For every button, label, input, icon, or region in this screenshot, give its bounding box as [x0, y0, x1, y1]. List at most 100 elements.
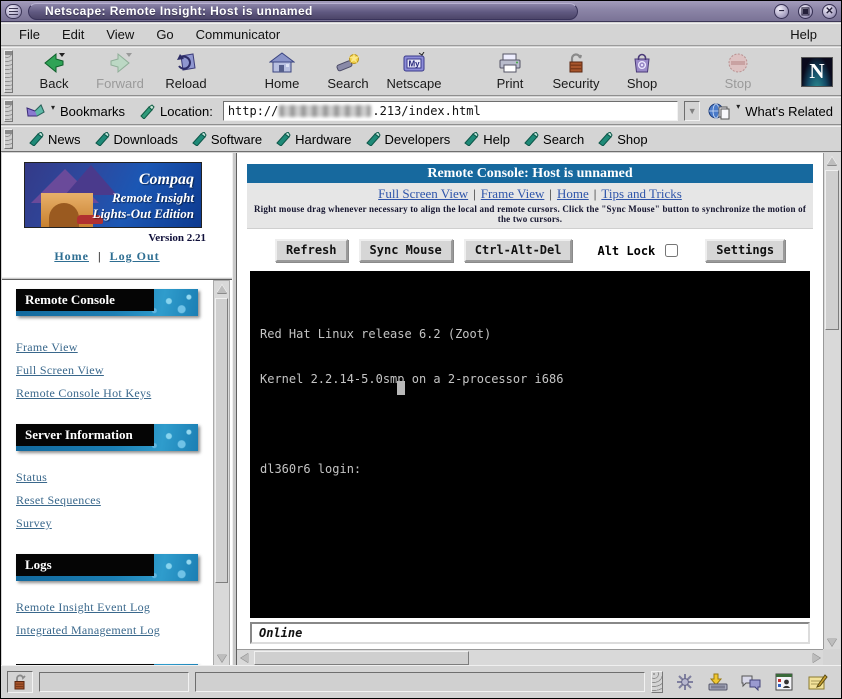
back-icon: [41, 52, 67, 74]
main-frame: Remote Console: Host is unnamed Full Scr…: [237, 153, 840, 666]
scroll-right-arrow[interactable]: [808, 650, 823, 665]
linkbar-label: Software: [211, 132, 262, 147]
linkbar-item-developers[interactable]: Developers: [366, 132, 451, 147]
address-book-icon[interactable]: [772, 672, 796, 692]
sidebar-frame: Compaq Remote Insight Lights-Out Edition…: [2, 153, 232, 666]
scroll-down-arrow[interactable]: [824, 634, 839, 649]
linkbar-item-downloads[interactable]: Downloads: [95, 132, 178, 147]
link-ribbon-icon: [95, 132, 110, 146]
section-banner-remote-console: Remote Console: [16, 289, 198, 316]
sidebar-scrollbar[interactable]: [213, 280, 230, 666]
nav-link-tips-and-tricks[interactable]: Tips and Tricks: [601, 186, 681, 201]
scroll-up-arrow[interactable]: [214, 281, 229, 296]
terminal-cursor: [397, 381, 405, 395]
ctrl-alt-del-button[interactable]: Ctrl-Alt-Del: [464, 239, 573, 262]
location-label-group: Location:: [135, 104, 217, 119]
page-nav-links: Full Screen View|Frame View|Home|Tips an…: [251, 186, 809, 202]
main-horizontal-scrollbar[interactable]: [237, 649, 823, 666]
bookmarks-icon: [25, 103, 45, 119]
sidebar-nav-frame: Remote Console Frame View Full Screen Vi…: [2, 280, 232, 666]
inbox-icon[interactable]: [706, 672, 730, 692]
window-menu-button[interactable]: [5, 4, 22, 19]
sidebar-link-full-screen-view[interactable]: Full Screen View: [16, 363, 202, 378]
scroll-thumb[interactable]: [215, 298, 228, 583]
navigator-icon[interactable]: [673, 672, 697, 692]
security-button[interactable]: Security: [545, 49, 607, 94]
security-status-button[interactable]: [7, 671, 33, 693]
menu-view[interactable]: View: [98, 25, 148, 44]
scroll-left-arrow[interactable]: [237, 650, 252, 665]
sidebar-link-integrated-management-log[interactable]: Integrated Management Log: [16, 623, 202, 638]
search-button[interactable]: Search: [317, 49, 379, 94]
component-bar-grip[interactable]: [651, 671, 663, 693]
menu-help[interactable]: Help: [782, 25, 831, 44]
close-button[interactable]: ✕: [822, 4, 837, 19]
sidebar-link-survey[interactable]: Survey: [16, 516, 202, 531]
scroll-thumb[interactable]: [254, 651, 469, 665]
home-button[interactable]: Home: [251, 49, 313, 94]
nav-link-home[interactable]: Home: [557, 186, 589, 201]
refresh-button[interactable]: Refresh: [275, 239, 348, 262]
url-history-dropdown[interactable]: ▼: [684, 101, 700, 121]
terminal-line: [260, 417, 810, 432]
netscape-logo[interactable]: N: [801, 57, 833, 87]
forward-button[interactable]: Forward: [89, 49, 151, 94]
instruction-text: Right mouse drag whenever necessary to a…: [251, 204, 809, 224]
menu-communicator[interactable]: Communicator: [188, 25, 295, 44]
page-header-bar: Remote Console: Host is unnamed: [247, 164, 813, 183]
compaq-logo: Compaq Remote Insight Lights-Out Edition: [24, 162, 202, 228]
sidebar-link-status[interactable]: Status: [16, 470, 202, 485]
linkbar-item-software[interactable]: Software: [192, 132, 262, 147]
back-button[interactable]: Back: [23, 49, 85, 94]
personal-toolbar-grip[interactable]: [4, 129, 13, 149]
scroll-down-arrow[interactable]: [214, 650, 229, 665]
alt-lock-checkbox[interactable]: [665, 244, 678, 257]
sidebar-link-reset-sequences[interactable]: Reset Sequences: [16, 493, 202, 508]
reload-button[interactable]: Reload: [155, 49, 217, 94]
location-input[interactable]: http:// .213/index.html: [223, 101, 678, 121]
print-button[interactable]: Print: [479, 49, 541, 94]
menu-file[interactable]: File: [11, 25, 54, 44]
logo-line-3: Lights-Out Edition: [93, 206, 195, 222]
scroll-thumb[interactable]: [825, 170, 839, 330]
bookmarks-button[interactable]: ▾ Bookmarks: [21, 103, 129, 119]
maximize-button[interactable]: ▣: [798, 4, 813, 19]
personal-toolbar: News Downloads Software Hardware Develop…: [1, 126, 841, 152]
linkbar-item-help[interactable]: Help: [464, 132, 510, 147]
whats-related-button[interactable]: ▾ What's Related: [706, 102, 835, 120]
location-label: Location:: [160, 104, 213, 119]
stop-button[interactable]: Stop: [707, 49, 769, 94]
toolbar-grip[interactable]: [4, 50, 13, 93]
linkbar-item-shop[interactable]: Shop: [598, 132, 647, 147]
linkbar-item-news[interactable]: News: [29, 132, 81, 147]
logout-link[interactable]: Log Out: [110, 249, 160, 263]
main-vertical-scrollbar[interactable]: [823, 153, 840, 649]
nav-link-frame-view[interactable]: Frame View: [481, 186, 545, 201]
nav-link-full-screen-view[interactable]: Full Screen View: [378, 186, 468, 201]
minimize-button[interactable]: −: [774, 4, 789, 19]
netscape-button[interactable]: My Netscape: [383, 49, 445, 94]
linkbar-item-hardware[interactable]: Hardware: [276, 132, 351, 147]
sidebar-link-remote-insight-event-log[interactable]: Remote Insight Event Log: [16, 600, 202, 615]
remote-console-terminal[interactable]: Red Hat Linux release 6.2 (Zoot) Kernel …: [250, 271, 810, 618]
shop-button[interactable]: Shop: [611, 49, 673, 94]
scroll-up-arrow[interactable]: [824, 153, 839, 168]
settings-button[interactable]: Settings: [705, 239, 785, 262]
sidebar-link-frame-view[interactable]: Frame View: [16, 340, 202, 355]
title-pill[interactable]: Netscape: Remote Insight: Host is unname…: [28, 3, 578, 20]
stop-icon: [725, 52, 751, 74]
nav-separator: |: [549, 186, 552, 201]
section-title: Remote Console: [16, 292, 115, 308]
svg-text:My: My: [408, 60, 420, 69]
window-title: Netscape: Remote Insight: Host is unname…: [45, 4, 313, 18]
location-toolbar-grip[interactable]: [4, 100, 13, 122]
linkbar-item-search[interactable]: Search: [524, 132, 584, 147]
discussions-icon[interactable]: [739, 672, 763, 692]
home-link[interactable]: Home: [54, 249, 89, 263]
menu-edit[interactable]: Edit: [54, 25, 98, 44]
menu-go[interactable]: Go: [148, 25, 187, 44]
sidebar-link-remote-console-hot-keys[interactable]: Remote Console Hot Keys: [16, 386, 202, 401]
alt-lock-label: Alt Lock: [597, 244, 655, 258]
sync-mouse-button[interactable]: Sync Mouse: [359, 239, 453, 262]
composer-icon[interactable]: [805, 672, 829, 692]
